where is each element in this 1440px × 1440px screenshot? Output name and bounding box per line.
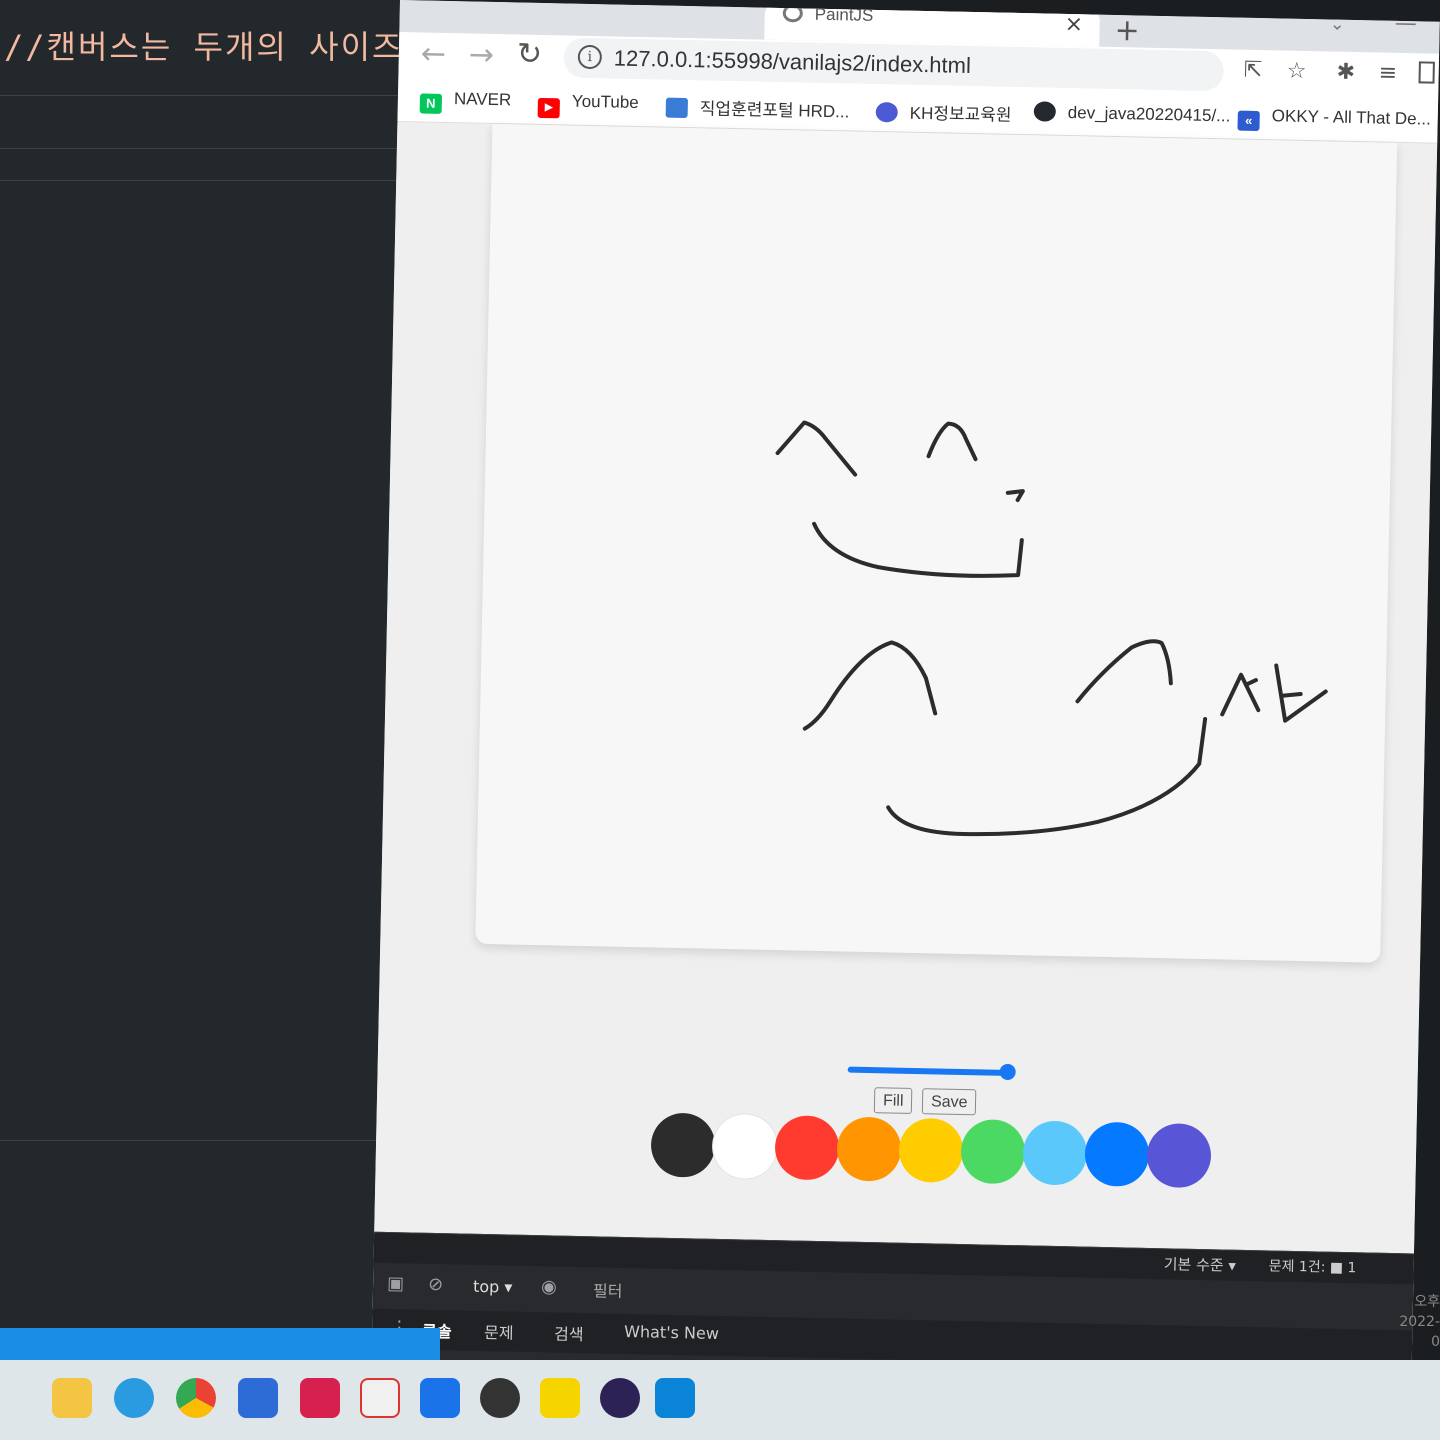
obs-icon[interactable] (480, 1378, 520, 1418)
stroke-left-eye-top (775, 420, 858, 477)
naver-icon: N (419, 93, 443, 114)
back-icon[interactable]: ← (421, 36, 447, 72)
eye-icon[interactable]: ◉ (541, 1276, 557, 1297)
color-swatch-white[interactable] (712, 1113, 778, 1180)
stroke-dot (1005, 489, 1025, 503)
side-panel-icon[interactable] (1418, 61, 1435, 84)
store-icon[interactable] (238, 1378, 278, 1418)
teamviewer-icon[interactable] (420, 1378, 460, 1418)
github-icon (1033, 101, 1057, 122)
color-swatch-black[interactable] (650, 1112, 716, 1178)
stroke-letter-s (1220, 672, 1261, 717)
globe-icon (782, 4, 803, 23)
bookmark-naver[interactable]: N NAVER (419, 88, 512, 115)
sidebar-toggle-icon[interactable]: ▣ (387, 1273, 404, 1294)
bookmark-label: KH정보교육원 (909, 103, 1012, 125)
tab-issues[interactable]: 문제 (484, 1319, 514, 1344)
color-swatch-orange[interactable] (836, 1116, 902, 1182)
vscode-icon[interactable] (655, 1378, 695, 1418)
reload-icon[interactable]: ↻ (517, 36, 543, 72)
eclipse-icon[interactable] (600, 1378, 640, 1418)
editor-divider (0, 180, 410, 181)
edge-icon[interactable] (114, 1378, 154, 1418)
color-swatch-red[interactable] (774, 1115, 840, 1181)
bookmark-hrd[interactable]: 직업훈련포털 HRD... (665, 94, 850, 123)
tab-title: PaintJS (814, 4, 874, 25)
sync-icon[interactable] (360, 1378, 400, 1418)
okky-icon: « (1237, 110, 1260, 132)
kakaotalk-icon[interactable] (540, 1378, 580, 1418)
stroke-left-eye-bottom (802, 640, 938, 731)
close-tab-icon[interactable]: × (1064, 12, 1083, 37)
save-button[interactable]: Save (921, 1088, 977, 1116)
new-tab-button[interactable]: + (1114, 13, 1140, 49)
info-icon[interactable]: i (577, 44, 603, 70)
stroke-letter-l (1274, 663, 1328, 723)
editor-divider (0, 148, 410, 149)
stroke-mouth-bottom (886, 717, 1208, 837)
screen: //캔버스는 두개의 사이즈를 PaintJS × + ⌄ — ← → ↻ i … (0, 0, 1440, 1440)
context-select[interactable]: top ▾ (473, 1277, 513, 1297)
color-swatch-skyblue[interactable] (1022, 1120, 1088, 1186)
minimize-button[interactable]: — (1394, 11, 1417, 36)
color-swatch-blue[interactable] (1084, 1121, 1150, 1187)
browser-window: PaintJS × + ⌄ — ← → ↻ i 127.0.0.1:55998/… (371, 0, 1440, 1382)
color-swatch-purple[interactable] (1146, 1122, 1212, 1189)
bookmark-youtube[interactable]: ▶ YouTube (537, 91, 639, 120)
bookmark-github[interactable]: dev_java20220415/... (1033, 101, 1231, 126)
issues-counter[interactable]: 문제 1건: ■ 1 (1268, 1255, 1357, 1277)
clear-console-icon[interactable]: ⊘ (428, 1274, 444, 1295)
clock-date: 2022-0 (1399, 1314, 1440, 1350)
bookmark-okky[interactable]: « OKKY - All That De... (1237, 106, 1431, 135)
stroke-right-eye-bottom (1075, 639, 1173, 704)
canvas-drawing (775, 420, 1328, 837)
clock-time: 오후 (1414, 1294, 1440, 1310)
url-text[interactable]: 127.0.0.1:55998/vanilajs2/index.html (614, 45, 972, 78)
bookmark-label: NAVER (453, 89, 512, 110)
share-icon[interactable]: ⇱ (1243, 58, 1262, 83)
app-red-icon[interactable] (300, 1378, 340, 1418)
drawing-strokes (775, 420, 1328, 837)
extensions-icon[interactable]: ✱ (1336, 60, 1355, 85)
page-viewport: Fill Save (374, 121, 1438, 1254)
color-swatch-yellow[interactable] (898, 1117, 964, 1184)
brush-size-slider[interactable] (847, 1063, 1016, 1081)
slider-thumb[interactable] (999, 1063, 1016, 1081)
forward-icon[interactable]: → (468, 37, 494, 73)
stroke-mouth-top (812, 521, 1024, 578)
tab-whats-new[interactable]: What's New (624, 1322, 719, 1343)
color-swatch-green[interactable] (960, 1119, 1026, 1185)
log-level-select[interactable]: 기본 수준 ▾ (1163, 1253, 1237, 1276)
youtube-icon: ▶ (537, 97, 560, 119)
bookmark-kh[interactable]: KH정보교육원 (875, 98, 1012, 126)
chrome-icon[interactable] (176, 1378, 216, 1418)
tab-search[interactable]: 검색 (554, 1321, 584, 1346)
taskbar (0, 1360, 1440, 1440)
tab-search-icon[interactable]: ⌄ (1329, 13, 1345, 34)
editor-divider (0, 95, 410, 96)
editor-divider (0, 1140, 410, 1141)
file-explorer-icon[interactable] (52, 1378, 92, 1418)
fill-button[interactable]: Fill (873, 1087, 913, 1114)
taskbar-accent (0, 1328, 440, 1364)
hrd-icon (665, 97, 689, 119)
slider-track (847, 1066, 1008, 1076)
bookmark-star-icon[interactable]: ☆ (1286, 59, 1306, 84)
reading-list-icon[interactable]: ≡ (1378, 61, 1397, 86)
bookmark-label: 직업훈련포털 HRD... (699, 99, 850, 122)
code-comment-line: //캔버스는 두개의 사이즈를 (4, 28, 435, 66)
console-filter-input[interactable]: 필터 (593, 1277, 623, 1302)
tray-clock[interactable]: 오후 2022-0 (1395, 1292, 1440, 1352)
kh-icon (875, 101, 898, 123)
code-editor: //캔버스는 두개의 사이즈를 (0, 0, 440, 1340)
bookmark-label: YouTube (571, 91, 639, 113)
stroke-right-eye-top (926, 421, 978, 462)
bookmark-label: OKKY - All That De... (1271, 106, 1431, 129)
bookmark-label: dev_java20220415/... (1067, 103, 1231, 126)
paint-canvas[interactable] (475, 123, 1398, 963)
